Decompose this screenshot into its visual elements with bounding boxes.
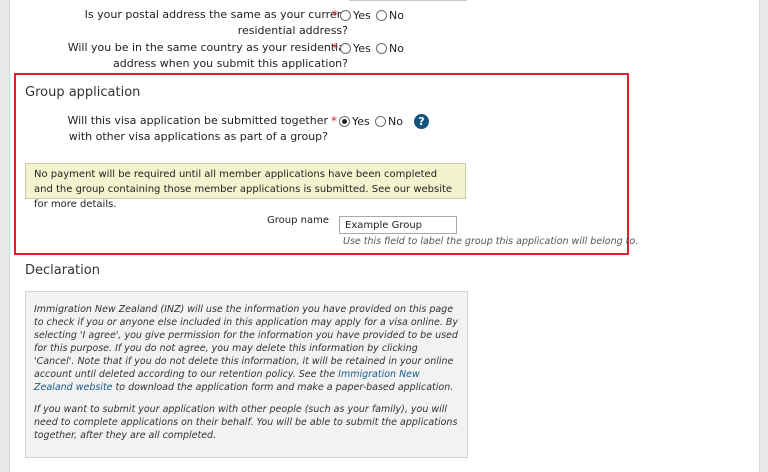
declaration-paragraph-2: If you want to submit your application w… (34, 404, 458, 441)
postal-address-label: Is your postal address the same as your … (84, 8, 348, 37)
country-yes-radio[interactable] (340, 43, 351, 54)
postal-yes-radio[interactable] (340, 10, 351, 21)
country-no-label[interactable]: No (389, 43, 404, 55)
group-question-label: Will this visa application be submitted … (67, 114, 328, 143)
group-name-hint: Use this field to label the group this a… (343, 236, 639, 247)
declaration-box: Immigration New Zealand (INZ) will use t… (25, 291, 468, 458)
same-country-label: Will you be in the same country as your … (67, 41, 348, 70)
group-no-label[interactable]: No (388, 116, 403, 128)
group-yes-label[interactable]: Yes (352, 116, 370, 128)
group-application-title: Group application (25, 85, 141, 100)
required-marker: * (331, 114, 337, 128)
declaration-text: to download the application form and mak… (112, 382, 454, 393)
group-name-label: Group name (267, 215, 329, 226)
country-no-radio[interactable] (376, 43, 387, 54)
postal-yes-label[interactable]: Yes (353, 10, 371, 22)
declaration-paragraph-1: Immigration New Zealand (INZ) will use t… (34, 303, 459, 394)
required-marker: * (332, 41, 338, 55)
group-yes-radio[interactable] (339, 116, 350, 127)
postal-no-radio[interactable] (376, 10, 387, 21)
payment-notice: No payment will be required until all me… (25, 163, 466, 210)
declaration-title: Declaration (25, 263, 100, 278)
previous-field-border (349, 0, 467, 1)
group-no-radio[interactable] (375, 116, 386, 127)
postal-no-label[interactable]: No (389, 10, 404, 22)
required-marker: * (332, 8, 338, 22)
group-name-input[interactable] (339, 216, 457, 234)
country-yes-label[interactable]: Yes (353, 43, 371, 55)
help-icon[interactable]: ? (414, 114, 429, 129)
